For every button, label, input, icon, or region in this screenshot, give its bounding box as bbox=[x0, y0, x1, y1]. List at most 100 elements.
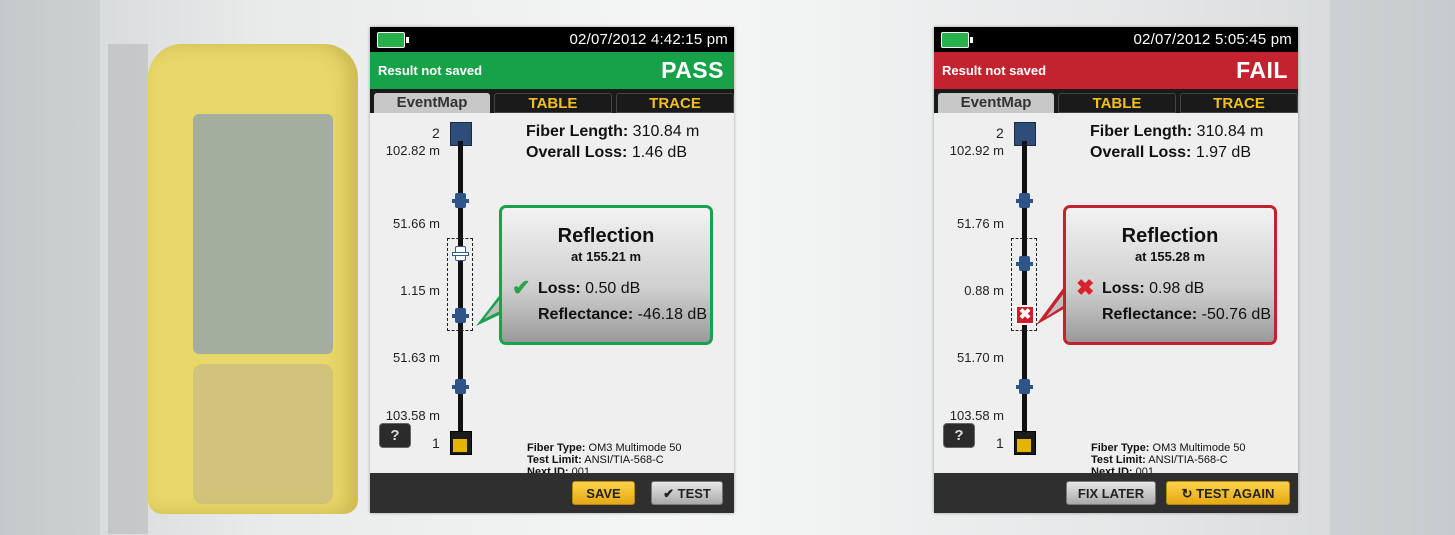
tab-bar: EventMap TABLE TRACE bbox=[934, 89, 1298, 113]
connector-event[interactable] bbox=[1016, 379, 1033, 394]
reflectance-label: Reflectance: bbox=[538, 306, 634, 323]
tab-table[interactable]: TABLE bbox=[1058, 93, 1176, 113]
top-bar: 02/07/2012 4:42:15 pm bbox=[370, 27, 734, 52]
fiber-length-value: 310.84 m bbox=[632, 123, 700, 140]
device-keypad-photo bbox=[193, 364, 333, 504]
event-type: Reflection bbox=[557, 225, 655, 247]
loss-value: 0.50 dB bbox=[585, 280, 641, 297]
endpoint-label: 2 bbox=[432, 125, 440, 141]
test-limit-label: Test Limit: bbox=[1091, 454, 1146, 466]
selected-connector-event[interactable] bbox=[452, 308, 469, 323]
tester-device-photo bbox=[148, 44, 358, 514]
distance-label: 51.70 m bbox=[957, 350, 1004, 365]
distance-label: 102.92 m bbox=[949, 143, 1004, 158]
test-button[interactable]: ✔ TEST bbox=[651, 481, 723, 505]
refresh-icon: ↻ bbox=[1181, 486, 1193, 501]
fiber-type-value: OM3 Multimode 50 bbox=[1152, 442, 1246, 454]
fiber-summary: Fiber Length: 310.84 m Overall Loss: 1.4… bbox=[526, 121, 699, 163]
event-type: Reflection bbox=[1121, 225, 1219, 247]
status-bar: Result not saved PASS bbox=[370, 52, 734, 89]
near-end-connector bbox=[450, 431, 472, 455]
distance-label: 51.66 m bbox=[393, 216, 440, 231]
datetime: 02/07/2012 4:42:15 pm bbox=[569, 31, 728, 48]
test-limit-value: ANSI/TIA-568-C bbox=[584, 454, 664, 466]
background-rack-left bbox=[0, 0, 100, 535]
fail-event-marker[interactable]: ✖ bbox=[1015, 305, 1035, 325]
event-callout: Reflection at 155.21 m ✔ Loss: 0.50 dB R… bbox=[499, 205, 713, 345]
help-button[interactable]: ? bbox=[943, 423, 975, 448]
save-button[interactable]: SAVE bbox=[572, 481, 635, 505]
connector-event[interactable] bbox=[452, 193, 469, 208]
result-status: PASS bbox=[661, 57, 724, 83]
save-status: Result not saved bbox=[942, 63, 1047, 78]
battery-icon bbox=[377, 32, 409, 48]
event-loss: ✖ Loss: 0.98 dB bbox=[1076, 275, 1205, 300]
distance-label: 0.88 m bbox=[964, 283, 1004, 298]
tab-bar: EventMap TABLE TRACE bbox=[370, 89, 734, 113]
fiber-type-value: OM3 Multimode 50 bbox=[588, 442, 682, 454]
distance-label: 51.76 m bbox=[957, 216, 1004, 231]
event-location: at 155.28 m bbox=[1134, 249, 1206, 264]
test-again-label: TEST AGAIN bbox=[1196, 486, 1275, 501]
connector-event[interactable] bbox=[1016, 193, 1033, 208]
tab-eventmap[interactable]: EventMap bbox=[938, 93, 1054, 113]
fail-screen: 02/07/2012 5:05:45 pm Result not saved F… bbox=[934, 27, 1298, 513]
top-bar: 02/07/2012 5:05:45 pm bbox=[934, 27, 1298, 52]
fiber-length-value: 310.84 m bbox=[1196, 123, 1264, 140]
eventmap-view: 2 102.92 m 51.76 m 0.88 m ✖ 51.70 m 103.… bbox=[934, 113, 1298, 478]
overall-loss-value: 1.97 dB bbox=[1195, 144, 1251, 161]
overall-loss-value: 1.46 dB bbox=[631, 144, 687, 161]
x-icon: ✖ bbox=[1076, 275, 1095, 300]
tab-trace[interactable]: TRACE bbox=[1180, 93, 1298, 113]
distance-label: 51.63 m bbox=[393, 350, 440, 365]
event-loss: ✔ Loss: 0.50 dB bbox=[512, 275, 641, 300]
event-reflectance: Reflectance: -50.76 dB bbox=[1102, 306, 1271, 324]
loss-value: 0.98 dB bbox=[1149, 280, 1205, 297]
reflectance-label: Reflectance: bbox=[1102, 306, 1198, 323]
connector-event[interactable] bbox=[452, 246, 469, 261]
fiber-type-label: Fiber Type: bbox=[1091, 442, 1150, 454]
result-status: FAIL bbox=[1236, 57, 1288, 83]
overall-loss-label: Overall Loss: bbox=[1090, 144, 1192, 161]
endpoint-label: 1 bbox=[996, 435, 1004, 451]
overall-loss-label: Overall Loss: bbox=[526, 144, 628, 161]
fix-later-button[interactable]: FIX LATER bbox=[1066, 481, 1156, 505]
fiber-type-label: Fiber Type: bbox=[527, 442, 586, 454]
tab-eventmap[interactable]: EventMap bbox=[374, 93, 490, 113]
help-button[interactable]: ? bbox=[379, 423, 411, 448]
bottom-bar: SAVE ✔ TEST bbox=[370, 473, 734, 513]
check-icon: ✔ bbox=[512, 275, 531, 300]
pass-screen: 02/07/2012 4:42:15 pm Result not saved P… bbox=[370, 27, 734, 513]
test-button-label: TEST bbox=[677, 486, 711, 501]
loss-label: Loss: bbox=[538, 280, 581, 297]
distance-label: 1.15 m bbox=[400, 283, 440, 298]
distance-label: 103.58 m bbox=[385, 408, 440, 423]
eventmap-view: 2 102.82 m 51.66 m 1.15 m 51.63 m 103.58… bbox=[370, 113, 734, 478]
datetime: 02/07/2012 5:05:45 pm bbox=[1133, 31, 1292, 48]
bottom-bar: FIX LATER ↻ TEST AGAIN bbox=[934, 473, 1298, 513]
background-rack-right bbox=[1330, 0, 1455, 535]
near-end-connector bbox=[1014, 431, 1036, 455]
reflectance-value: -46.18 dB bbox=[637, 306, 707, 323]
test-again-button[interactable]: ↻ TEST AGAIN bbox=[1166, 481, 1290, 505]
endpoint-label: 2 bbox=[996, 125, 1004, 141]
tab-trace[interactable]: TRACE bbox=[616, 93, 734, 113]
fiber-length-label: Fiber Length: bbox=[526, 123, 629, 140]
event-location: at 155.21 m bbox=[570, 249, 642, 264]
fiber-length-label: Fiber Length: bbox=[1090, 123, 1193, 140]
test-limit-label: Test Limit: bbox=[527, 454, 582, 466]
connector-event[interactable] bbox=[452, 379, 469, 394]
background-pillar bbox=[108, 44, 148, 534]
tab-table[interactable]: TABLE bbox=[494, 93, 612, 113]
reflectance-value: -50.76 dB bbox=[1201, 306, 1271, 323]
endpoint-label: 1 bbox=[432, 435, 440, 451]
connector-event[interactable] bbox=[1016, 256, 1033, 271]
loss-label: Loss: bbox=[1102, 280, 1145, 297]
save-status: Result not saved bbox=[378, 63, 483, 78]
fiber-summary: Fiber Length: 310.84 m Overall Loss: 1.9… bbox=[1090, 121, 1263, 163]
test-limit-value: ANSI/TIA-568-C bbox=[1148, 454, 1228, 466]
status-bar: Result not saved FAIL bbox=[934, 52, 1298, 89]
device-screen-photo bbox=[193, 114, 333, 354]
battery-icon bbox=[941, 32, 973, 48]
distance-label: 102.82 m bbox=[385, 143, 440, 158]
